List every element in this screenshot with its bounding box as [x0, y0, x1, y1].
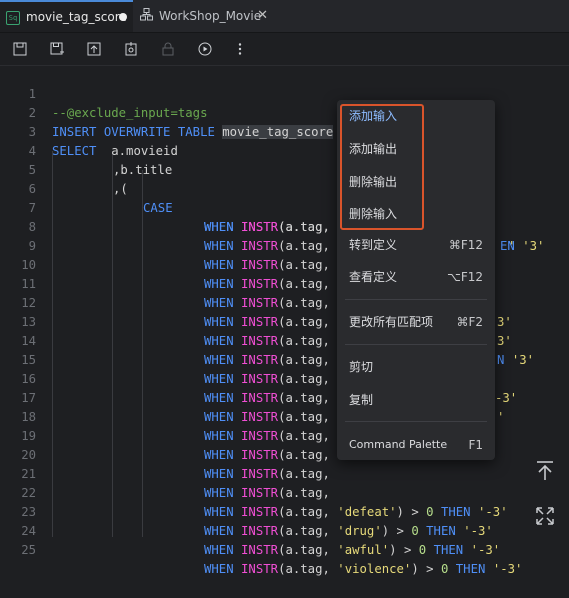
tab-label: movie_tag_score: [26, 10, 127, 24]
menu-item-go-to-definition[interactable]: 转到定义 ⌘F12: [337, 234, 495, 256]
editor-toolbar: [0, 33, 569, 66]
code-line-24: 24 WHEN INSTR(a.tag, 'awful') > 0 THEN '…: [21, 524, 501, 557]
save-as-icon[interactable]: [49, 41, 65, 57]
sql-file-icon: Sq: [6, 9, 20, 25]
tab-movie-tag-score[interactable]: Sq movie_tag_score: [0, 0, 133, 32]
code-line-25: 25 WHEN INSTR(a.tag, 'violence') > 0 THE…: [21, 543, 523, 576]
workspace-icon: [140, 8, 153, 24]
menu-item-delete-output[interactable]: 删除输出: [337, 171, 495, 193]
menu-item-peek-definition[interactable]: 查看定义 ⌥F12: [337, 266, 495, 288]
menu-item-change-all-occurrences[interactable]: 更改所有匹配项 ⌘F2: [337, 311, 495, 333]
expand-icon[interactable]: [535, 506, 555, 531]
code-line-1: 1 --@exclude_input=tags: [0, 66, 569, 120]
code-line-22: 22 WHEN INSTR(a.tag, 'defeat') > 0 THEN …: [21, 486, 508, 519]
code-line-23: 23 WHEN INSTR(a.tag, 'drug') > 0 THEN '-…: [21, 505, 493, 538]
commit-icon[interactable]: [123, 41, 139, 57]
menu-item-delete-input[interactable]: 删除输入: [337, 203, 495, 225]
tab-label: WorkShop_Movie: [159, 9, 262, 23]
run-icon[interactable]: [197, 41, 213, 57]
save-icon[interactable]: [12, 41, 28, 57]
scroll-to-top-icon[interactable]: [535, 460, 555, 487]
tab-workshop-movie[interactable]: WorkShop_Movie ✕: [134, 0, 276, 32]
menu-divider: [345, 344, 487, 345]
menu-item-cut[interactable]: 剪切: [337, 356, 495, 378]
menu-divider: [345, 299, 487, 300]
menu-item-command-palette[interactable]: Command Palette F1: [337, 434, 495, 456]
menu-item-add-output[interactable]: 添加输出: [337, 138, 495, 160]
menu-divider: [345, 421, 487, 422]
upload-icon[interactable]: [86, 41, 102, 57]
menu-item-copy[interactable]: 复制: [337, 389, 495, 411]
menu-item-add-input[interactable]: 添加输入: [337, 105, 495, 127]
tab-bar: Sq movie_tag_score WorkShop_Movie ✕: [0, 0, 569, 33]
context-menu: 添加输入 添加输出 删除输出 删除输入 转到定义 ⌘F12 查看定义 ⌥F12 …: [337, 100, 495, 460]
lock-icon[interactable]: [160, 41, 176, 57]
unsaved-dot-icon[interactable]: [119, 13, 127, 21]
more-icon[interactable]: [232, 41, 248, 57]
close-icon[interactable]: ✕: [257, 8, 268, 23]
